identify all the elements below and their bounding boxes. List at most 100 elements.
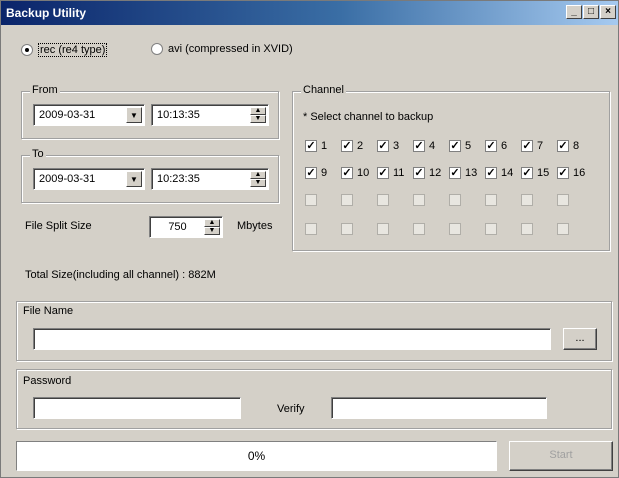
channel-checkbox[interactable]: ✓ 6 [485, 140, 507, 152]
channel-checkbox-label: 16 [573, 167, 586, 179]
checkbox-icon [413, 194, 425, 206]
split-size-up-icon[interactable]: ▲ [204, 219, 220, 227]
checkbox-icon [377, 223, 389, 235]
split-size-spinner[interactable]: 750 ▲ ▼ [149, 216, 223, 238]
to-time-down-icon[interactable]: ▼ [250, 179, 266, 187]
channel-checkbox-label: 10 [357, 167, 370, 179]
checkmark-icon[interactable]: ✓ [341, 167, 353, 179]
window-title: Backup Utility [6, 6, 87, 20]
checkmark-icon[interactable]: ✓ [413, 167, 425, 179]
channel-checkbox[interactable]: ✓ 11 [377, 167, 404, 179]
radio-rec-label: rec (re4 type) [38, 43, 108, 57]
checkmark-icon[interactable]: ✓ [377, 167, 389, 179]
to-time-up-icon[interactable]: ▲ [250, 171, 266, 179]
checkmark-icon[interactable]: ✓ [305, 167, 317, 179]
checkbox-icon [377, 194, 389, 206]
progress-text: 0% [247, 449, 266, 463]
checkbox-icon [449, 194, 461, 206]
channel-checkbox-disabled [521, 194, 533, 206]
channel-checkbox-label: 7 [537, 140, 544, 152]
checkmark-icon[interactable]: ✓ [305, 140, 317, 152]
to-label: To [30, 148, 46, 160]
start-button[interactable]: Start [509, 441, 613, 471]
file-name-label: File Name [23, 305, 74, 317]
channel-checkbox-disabled [449, 223, 461, 235]
close-button[interactable]: × [600, 5, 616, 19]
checkbox-icon [521, 194, 533, 206]
channel-checkbox-disabled [485, 223, 497, 235]
checkmark-icon[interactable]: ✓ [449, 140, 461, 152]
checkmark-icon[interactable]: ✓ [449, 167, 461, 179]
channel-checkbox[interactable]: ✓ 15 [521, 167, 549, 179]
from-time-field[interactable]: 10:13:35 ▲ ▼ [151, 104, 269, 126]
channel-checkbox-disabled [449, 194, 461, 206]
checkmark-icon[interactable]: ✓ [557, 140, 569, 152]
split-size-down-icon[interactable]: ▼ [204, 227, 220, 235]
checkmark-icon[interactable]: ✓ [413, 140, 425, 152]
file-name-input[interactable] [33, 328, 551, 350]
from-date-combo[interactable]: 2009-03-31 ▼ [33, 104, 145, 126]
channel-checkbox[interactable]: ✓ 16 [557, 167, 585, 179]
channel-checkbox-disabled [341, 194, 353, 206]
channel-checkbox-disabled [557, 223, 569, 235]
radio-unselected-icon[interactable] [151, 43, 163, 55]
channel-checkbox[interactable]: ✓ 14 [485, 167, 513, 179]
channel-checkbox-disabled [521, 223, 533, 235]
to-date-dropdown-icon[interactable]: ▼ [126, 171, 142, 187]
channel-checkbox[interactable]: ✓ 2 [341, 140, 363, 152]
channel-checkbox[interactable]: ✓ 7 [521, 140, 543, 152]
channel-checkbox-disabled [341, 223, 353, 235]
browse-button[interactable]: ... [563, 328, 597, 350]
radio-avi-format[interactable]: avi (compressed in XVID) [151, 43, 293, 55]
channel-checkbox-label: 8 [573, 140, 580, 152]
from-time-value: 10:13:35 [157, 109, 200, 121]
from-date-value: 2009-03-31 [39, 109, 96, 121]
checkbox-icon [557, 223, 569, 235]
checkmark-icon[interactable]: ✓ [521, 167, 533, 179]
checkmark-icon[interactable]: ✓ [377, 140, 389, 152]
checkmark-icon[interactable]: ✓ [341, 140, 353, 152]
maximize-button[interactable]: □ [583, 5, 599, 19]
channel-checkbox-label: 13 [465, 167, 478, 179]
channel-checkbox[interactable]: ✓ 12 [413, 167, 441, 179]
channel-checkbox-label: 6 [501, 140, 508, 152]
checkbox-icon [449, 223, 461, 235]
channel-checkbox[interactable]: ✓ 1 [305, 140, 327, 152]
from-time-up-icon[interactable]: ▲ [250, 107, 266, 115]
checkbox-icon [341, 194, 353, 206]
title-bar[interactable]: Backup Utility _ □ × [1, 1, 618, 25]
from-time-down-icon[interactable]: ▼ [250, 115, 266, 123]
password-input[interactable] [33, 397, 241, 419]
channel-checkbox[interactable]: ✓ 4 [413, 140, 435, 152]
verify-input[interactable] [331, 397, 547, 419]
checkbox-icon [341, 223, 353, 235]
checkmark-icon[interactable]: ✓ [557, 167, 569, 179]
to-time-field[interactable]: 10:23:35 ▲ ▼ [151, 168, 269, 190]
channel-checkbox-disabled [485, 194, 497, 206]
verify-label: Verify [277, 403, 305, 415]
checkbox-icon [305, 194, 317, 206]
from-date-dropdown-icon[interactable]: ▼ [126, 107, 142, 123]
channel-checkbox[interactable]: ✓ 9 [305, 167, 327, 179]
radio-rec-format[interactable]: rec (re4 type) [21, 43, 108, 57]
channel-label: Channel [301, 84, 346, 96]
checkmark-icon[interactable]: ✓ [521, 140, 533, 152]
channel-checkbox[interactable]: ✓ 5 [449, 140, 471, 152]
channel-checkbox[interactable]: ✓ 10 [341, 167, 369, 179]
split-size-value: 750 [168, 221, 187, 233]
channel-checkbox-disabled [305, 223, 317, 235]
progress-bar: 0% [16, 441, 497, 471]
channel-checkbox-label: 2 [357, 140, 364, 152]
checkmark-icon[interactable]: ✓ [485, 140, 497, 152]
channel-checkbox[interactable]: ✓ 3 [377, 140, 399, 152]
radio-selected-icon[interactable] [21, 44, 33, 56]
channel-checkbox-disabled [377, 223, 389, 235]
from-label: From [30, 84, 60, 96]
checkmark-icon[interactable]: ✓ [485, 167, 497, 179]
backup-utility-window: Backup Utility _ □ × rec (re4 type) avi … [0, 0, 619, 478]
channel-checkbox[interactable]: ✓ 8 [557, 140, 579, 152]
channel-hint: * Select channel to backup [303, 111, 434, 123]
minimize-button[interactable]: _ [566, 5, 582, 19]
to-date-combo[interactable]: 2009-03-31 ▼ [33, 168, 145, 190]
channel-checkbox[interactable]: ✓ 13 [449, 167, 477, 179]
